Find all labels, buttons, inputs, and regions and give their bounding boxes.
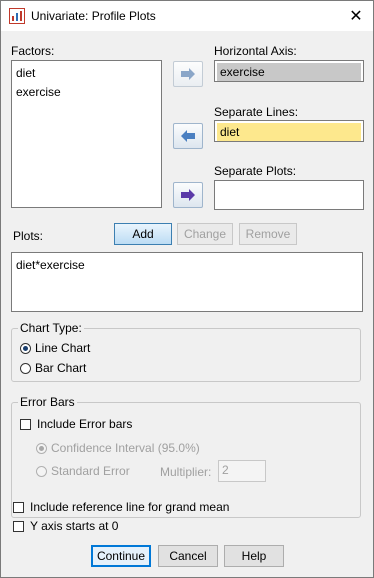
checkbox-icon[interactable] bbox=[20, 418, 31, 430]
arrow-right-icon bbox=[181, 189, 195, 201]
arrow-left-icon bbox=[181, 130, 195, 142]
separate-lines-field[interactable]: diet bbox=[214, 120, 364, 142]
move-from-separate-lines-button[interactable] bbox=[173, 123, 203, 149]
include-error-bars-option[interactable]: Include Error bars bbox=[20, 417, 132, 431]
grand-mean-option[interactable]: Include reference line for grand mean bbox=[13, 500, 229, 514]
arrow-right-icon bbox=[181, 68, 195, 80]
grand-mean-label: Include reference line for grand mean bbox=[30, 500, 230, 514]
move-to-horizontal-axis-button[interactable] bbox=[173, 61, 203, 87]
standard-error-label: Standard Error bbox=[51, 464, 130, 478]
factors-list[interactable]: diet exercise bbox=[11, 60, 162, 208]
radio-icon[interactable] bbox=[20, 362, 31, 374]
bar-chart-option[interactable]: Bar Chart bbox=[20, 361, 86, 375]
chart-type-title: Chart Type: bbox=[18, 321, 84, 335]
title-bar: Univariate: Profile Plots ✕ bbox=[1, 1, 373, 31]
radio-icon[interactable] bbox=[36, 465, 47, 477]
horizontal-axis-label: Horizontal Axis: bbox=[214, 44, 297, 58]
horizontal-axis-value: exercise bbox=[217, 63, 361, 81]
standard-error-option[interactable]: Standard Error bbox=[36, 464, 130, 478]
change-plot-button[interactable]: Change bbox=[177, 223, 233, 245]
separate-lines-value: diet bbox=[217, 123, 361, 141]
profile-plots-dialog: Univariate: Profile Plots ✕ Factors: die… bbox=[0, 0, 374, 578]
line-chart-option[interactable]: Line Chart bbox=[20, 341, 90, 355]
checkbox-icon[interactable] bbox=[13, 520, 24, 532]
list-item[interactable]: diet bbox=[12, 64, 161, 83]
add-plot-button[interactable]: Add bbox=[114, 223, 172, 245]
separate-plots-field[interactable] bbox=[214, 180, 364, 210]
list-item[interactable]: exercise bbox=[12, 83, 161, 102]
include-error-bars-label: Include Error bars bbox=[37, 417, 133, 431]
dialog-body: Factors: diet exercise Horizontal Axis: … bbox=[1, 31, 373, 577]
y-axis-zero-option[interactable]: Y axis starts at 0 bbox=[13, 519, 118, 533]
separate-plots-label: Separate Plots: bbox=[214, 164, 297, 178]
plots-label: Plots: bbox=[13, 229, 44, 243]
help-button[interactable]: Help bbox=[224, 545, 284, 567]
window-title: Univariate: Profile Plots bbox=[31, 9, 156, 23]
close-button[interactable]: ✕ bbox=[339, 1, 373, 31]
multiplier-input[interactable]: 2 bbox=[218, 460, 266, 482]
separate-plots-value bbox=[217, 183, 361, 201]
chart-type-group: Chart Type: Line Chart Bar Chart bbox=[11, 321, 361, 382]
radio-selected-icon[interactable] bbox=[36, 442, 47, 454]
radio-selected-icon[interactable] bbox=[20, 342, 31, 354]
horizontal-axis-field[interactable]: exercise bbox=[214, 60, 364, 82]
bar-chart-app-icon bbox=[9, 8, 25, 24]
separate-lines-label: Separate Lines: bbox=[214, 105, 299, 119]
close-icon: ✕ bbox=[349, 8, 363, 25]
move-to-separate-plots-button[interactable] bbox=[173, 182, 203, 208]
error-bars-title: Error Bars bbox=[18, 395, 77, 409]
list-item[interactable]: diet*exercise bbox=[12, 256, 362, 275]
line-chart-label: Line Chart bbox=[35, 341, 91, 355]
multiplier-label: Multiplier: bbox=[160, 465, 212, 479]
cancel-button[interactable]: Cancel bbox=[158, 545, 218, 567]
checkbox-icon[interactable] bbox=[13, 501, 24, 513]
remove-plot-button[interactable]: Remove bbox=[239, 223, 297, 245]
bar-chart-label: Bar Chart bbox=[35, 361, 87, 375]
plots-list[interactable]: diet*exercise bbox=[11, 252, 363, 312]
confidence-interval-option[interactable]: Confidence Interval (95.0%) bbox=[36, 441, 200, 455]
factors-label: Factors: bbox=[11, 44, 55, 58]
confidence-interval-label: Confidence Interval (95.0%) bbox=[51, 441, 200, 455]
continue-button[interactable]: Continue bbox=[91, 545, 151, 567]
y-axis-zero-label: Y axis starts at 0 bbox=[30, 519, 119, 533]
